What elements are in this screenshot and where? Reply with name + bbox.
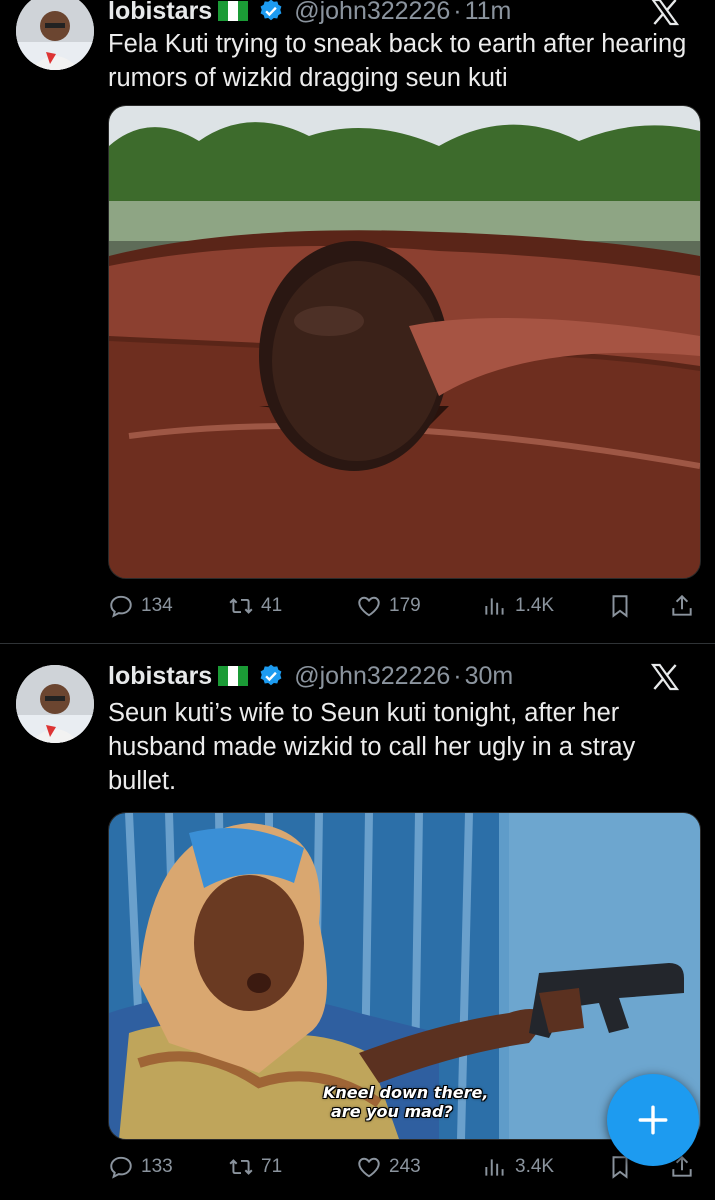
reply-count: 134 [141, 595, 173, 616]
separator-dot: · [453, 0, 462, 25]
tweet-1[interactable]: lobistars @john322226 · 11m Fela Kuti tr… [0, 0, 715, 643]
reply-button[interactable]: 133 [108, 1147, 173, 1187]
like-button[interactable]: 179 [356, 586, 421, 626]
verified-badge-icon [260, 0, 282, 21]
tweet-header: lobistars @john322226 · 30m [108, 659, 699, 693]
avatar[interactable] [16, 665, 94, 743]
bookmark-button[interactable] [607, 586, 640, 626]
user-handle[interactable]: @john322226 [294, 0, 450, 26]
repost-button[interactable]: 71 [228, 1147, 282, 1187]
tweet-text: Fela Kuti trying to sneak back to earth … [108, 30, 687, 92]
x-logo-icon [651, 0, 680, 26]
repost-count: 71 [261, 1156, 283, 1177]
nigeria-flag-icon [218, 1, 249, 21]
repost-icon [229, 598, 253, 614]
action-bar: 133 71 243 3.4K [108, 1147, 699, 1187]
tweet-header: lobistars @john322226 · 11m [108, 0, 699, 28]
like-icon [358, 596, 380, 617]
repost-icon [229, 1159, 253, 1175]
display-name[interactable]: lobistars [108, 662, 212, 691]
timestamp[interactable]: 11m [465, 0, 512, 26]
user-handle[interactable]: @john322226 [294, 662, 450, 691]
like-icon [358, 1157, 380, 1178]
compose-button[interactable] [607, 1074, 699, 1166]
like-count: 179 [389, 595, 421, 616]
view-count: 1.4K [515, 595, 555, 616]
views-button[interactable]: 3.4K [482, 1147, 554, 1187]
reply-icon [110, 595, 132, 618]
like-button[interactable]: 243 [356, 1147, 421, 1187]
share-button[interactable] [669, 586, 702, 626]
tweet-image[interactable] [108, 105, 701, 579]
tweet-text: Seun kuti’s wife to Seun kuti tonight, a… [108, 699, 636, 795]
x-logo-icon [650, 663, 680, 691]
avatar[interactable] [16, 0, 94, 70]
views-icon [485, 1159, 504, 1176]
like-count: 243 [389, 1156, 421, 1177]
image-caption: Kneel down there, are you mad? [323, 1083, 489, 1121]
reply-count: 133 [141, 1156, 173, 1177]
repost-count: 41 [261, 595, 283, 616]
views-icon [485, 598, 504, 615]
nigeria-flag-icon [218, 666, 249, 686]
compose-plus-icon [638, 1105, 668, 1135]
bookmark-icon [612, 595, 628, 618]
display-name[interactable]: lobistars [108, 0, 212, 26]
repost-button[interactable]: 41 [228, 586, 282, 626]
reply-button[interactable]: 134 [108, 586, 173, 626]
tweet-image[interactable]: Kneel down there, are you mad? [108, 812, 701, 1140]
reply-icon [110, 1156, 132, 1179]
separator-dot: · [453, 661, 462, 690]
views-button[interactable]: 1.4K [482, 586, 554, 626]
timestamp[interactable]: 30m [465, 662, 514, 691]
verified-badge-icon [260, 664, 282, 686]
view-count: 3.4K [515, 1156, 555, 1177]
share-icon [672, 594, 692, 616]
action-bar: 134 41 179 1.4K [108, 586, 699, 626]
